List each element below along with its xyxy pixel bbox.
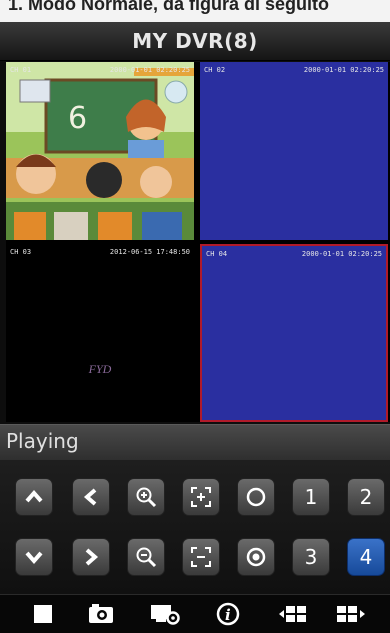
ptz-down-button[interactable] — [15, 538, 53, 576]
channel-id: CH 03 — [10, 248, 32, 256]
zoom-in-button[interactable] — [127, 478, 165, 516]
zoom-out-icon — [136, 547, 157, 568]
stop-button[interactable] — [28, 599, 58, 629]
next-group-button[interactable] — [336, 599, 366, 629]
down-arrow-icon — [25, 551, 43, 565]
focus-out-button[interactable] — [182, 538, 220, 576]
channel-2-label: 2 — [359, 485, 373, 509]
iris-close-icon — [246, 547, 266, 567]
next-group-icon — [337, 606, 365, 622]
info-icon: i — [216, 602, 240, 626]
device-settings-icon — [151, 605, 180, 625]
video-cell-1[interactable]: 6 CH 01 2000-01-01 02:20:25 — [6, 62, 194, 240]
right-arrow-icon — [85, 548, 99, 566]
previous-group-button[interactable] — [278, 599, 308, 629]
channel-1-label: 1 — [304, 485, 318, 509]
document-caption: 1. Modo Normale, da figura di seguito — [0, 0, 390, 22]
video-cell-3[interactable]: CH 03 2012-06-15 17:48:50 FYD — [6, 244, 194, 422]
status-bar: Playing — [0, 424, 390, 461]
focus-out-icon — [191, 547, 211, 567]
status-text: Playing — [6, 429, 79, 453]
channel-2-button[interactable]: 2 — [347, 478, 385, 516]
iris-open-button[interactable] — [237, 478, 275, 516]
previous-group-icon — [279, 606, 306, 622]
iris-close-button[interactable] — [237, 538, 275, 576]
channel-timestamp: 2012-06-15 17:48:50 — [109, 248, 190, 256]
svg-text:i: i — [225, 606, 231, 624]
video-overlay-text: FYD — [88, 362, 112, 376]
caption-text: 1. Modo Normale, da figura di seguito — [8, 0, 330, 14]
channel-id: CH 04 — [206, 250, 228, 258]
focus-in-button[interactable] — [182, 478, 220, 516]
ptz-right-button[interactable] — [72, 538, 110, 576]
snapshot-icon — [89, 604, 113, 623]
zoom-in-icon — [136, 487, 157, 508]
channel-timestamp: 2000-01-01 02:20:25 — [303, 66, 384, 74]
ptz-left-button[interactable] — [72, 478, 110, 516]
left-arrow-icon — [83, 488, 97, 506]
channel-id: CH 01 — [10, 66, 32, 74]
channel-timestamp: 2000-01-01 02:20:25 — [301, 250, 382, 258]
video-frame-classroom: 6 — [6, 62, 194, 240]
video-cell-2[interactable]: CH 02 2000-01-01 02:20:25 — [200, 62, 388, 240]
video-grid: 6 CH 01 2000-01-01 02:20:25 CH 02 2000-0… — [6, 62, 390, 422]
channel-4-button-active[interactable]: 4 — [347, 538, 385, 576]
app-title: MY DVR(8) — [132, 29, 258, 53]
channel-4-label: 4 — [359, 545, 373, 569]
channel-timestamp: 2000-01-01 02:20:25 — [109, 66, 190, 74]
ptz-up-button[interactable] — [15, 478, 53, 516]
snapshot-button[interactable] — [86, 599, 116, 629]
channel-3-button[interactable]: 3 — [292, 538, 330, 576]
app-title-bar: MY DVR(8) — [0, 22, 390, 61]
channel-3-label: 3 — [304, 545, 318, 569]
channel-1-button[interactable]: 1 — [292, 478, 330, 516]
zoom-out-button[interactable] — [127, 538, 165, 576]
ptz-control-panel: 1 2 3 4 — [0, 460, 390, 594]
device-settings-button[interactable] — [150, 599, 180, 629]
bottom-toolbar: i — [0, 594, 390, 633]
svg-text:6: 6 — [68, 101, 87, 136]
iris-open-icon — [246, 487, 266, 507]
up-arrow-icon — [25, 489, 43, 503]
video-cell-4-selected[interactable]: CH 04 2000-01-01 02:20:25 — [200, 244, 388, 422]
focus-in-icon — [191, 487, 211, 507]
channel-id: CH 02 — [204, 66, 226, 74]
info-button[interactable]: i — [213, 599, 243, 629]
stop-icon — [34, 605, 52, 623]
